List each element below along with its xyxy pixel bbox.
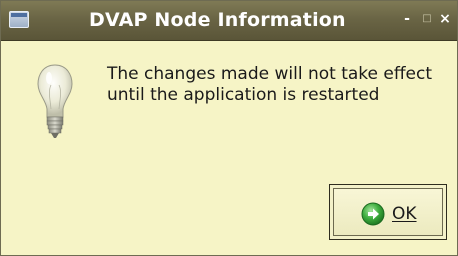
window-title: DVAP Node Information xyxy=(89,9,346,31)
window-icon[interactable] xyxy=(9,11,29,28)
ok-button-label: OK xyxy=(392,204,417,224)
close-button[interactable]: × xyxy=(438,11,452,27)
minimize-button[interactable]: - xyxy=(400,11,414,27)
ok-button-face[interactable]: OK xyxy=(333,188,443,236)
message-line-2: until the application is restarted xyxy=(107,85,380,105)
lightbulb-icon xyxy=(35,61,75,151)
message-line-1: The changes made will not take effect xyxy=(107,64,433,84)
arrow-right-circle-icon xyxy=(361,202,385,226)
maximize-button[interactable]: □ xyxy=(420,11,434,27)
ok-button[interactable]: OK xyxy=(329,184,447,240)
dialog-window: DVAP Node Information - □ × The changes … xyxy=(0,0,458,256)
title-bar[interactable]: DVAP Node Information - □ × xyxy=(1,1,457,41)
dialog-message: The changes made will not take effect un… xyxy=(107,64,452,106)
